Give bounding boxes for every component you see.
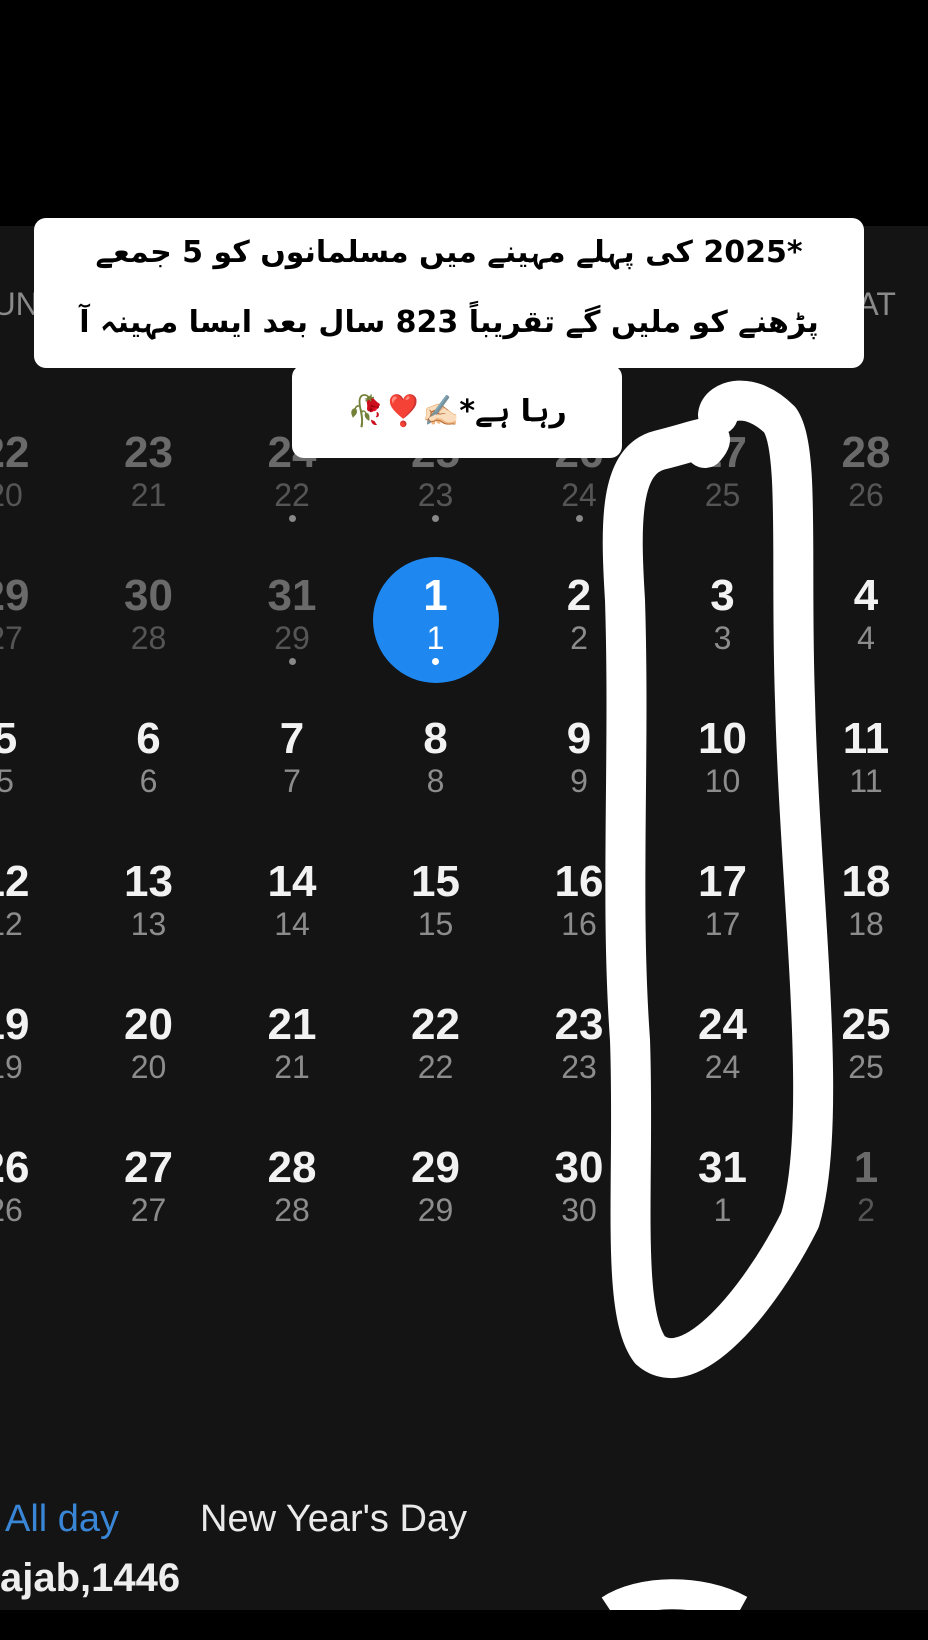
bottom-bar (0, 1610, 928, 1640)
caption-line-1: *2025 کی پہلے مہینے میں مسلمانوں کو 5 جم… (95, 235, 803, 270)
caption-box: *2025 کی پہلے مہینے میں مسلمانوں کو 5 جم… (34, 218, 864, 368)
caption-line-2: پڑھنے کو ملیں گے تقریباً 823 سال بعد ایس… (79, 305, 819, 340)
caption-line-3: رہا ہے*✍🏻❣️🥀 (292, 365, 622, 458)
